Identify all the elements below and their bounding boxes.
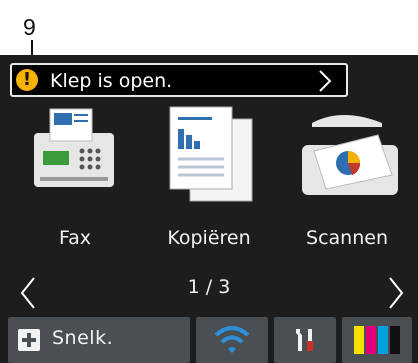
scan-label: Scannen xyxy=(306,227,388,249)
fax-icon xyxy=(34,108,114,187)
shortcuts-button[interactable]: Snelk. xyxy=(8,317,190,363)
pager-row: 1 / 3 xyxy=(0,273,418,313)
ink-button[interactable] xyxy=(342,317,412,363)
shortcuts-label: Snelk. xyxy=(52,327,114,349)
page-indicator: 1 / 3 xyxy=(187,276,231,298)
bottom-toolbar: Snelk. xyxy=(0,317,418,363)
wifi-button[interactable] xyxy=(196,317,268,363)
fax-label: Fax xyxy=(58,227,92,249)
warning-icon: ! xyxy=(16,69,38,91)
ink-levels-icon xyxy=(354,326,400,354)
copy-label: Kopiëren xyxy=(167,227,251,249)
scan-tile[interactable]: Scannen xyxy=(282,105,412,249)
plus-icon xyxy=(18,329,40,351)
tools-icon xyxy=(296,329,313,351)
scanner-icon xyxy=(302,115,398,195)
fax-tile[interactable]: Fax xyxy=(10,105,140,249)
chevron-right-icon xyxy=(319,70,332,92)
status-message: Klep is open. xyxy=(50,70,173,92)
app-icons-row: Fax Kopiëren Scannen xyxy=(0,105,418,249)
status-bar-button[interactable]: ! Klep is open. xyxy=(10,63,348,97)
touchscreen: ! Klep is open. Fax Kopiëren Scannen 1 /… xyxy=(0,55,418,363)
callout-number: 9 xyxy=(23,14,36,40)
copy-tile[interactable]: Kopiëren xyxy=(144,105,274,249)
wifi-icon xyxy=(214,326,250,353)
settings-button[interactable] xyxy=(274,317,336,363)
copy-icon xyxy=(169,106,253,202)
chevron-right-icon[interactable] xyxy=(386,276,406,310)
